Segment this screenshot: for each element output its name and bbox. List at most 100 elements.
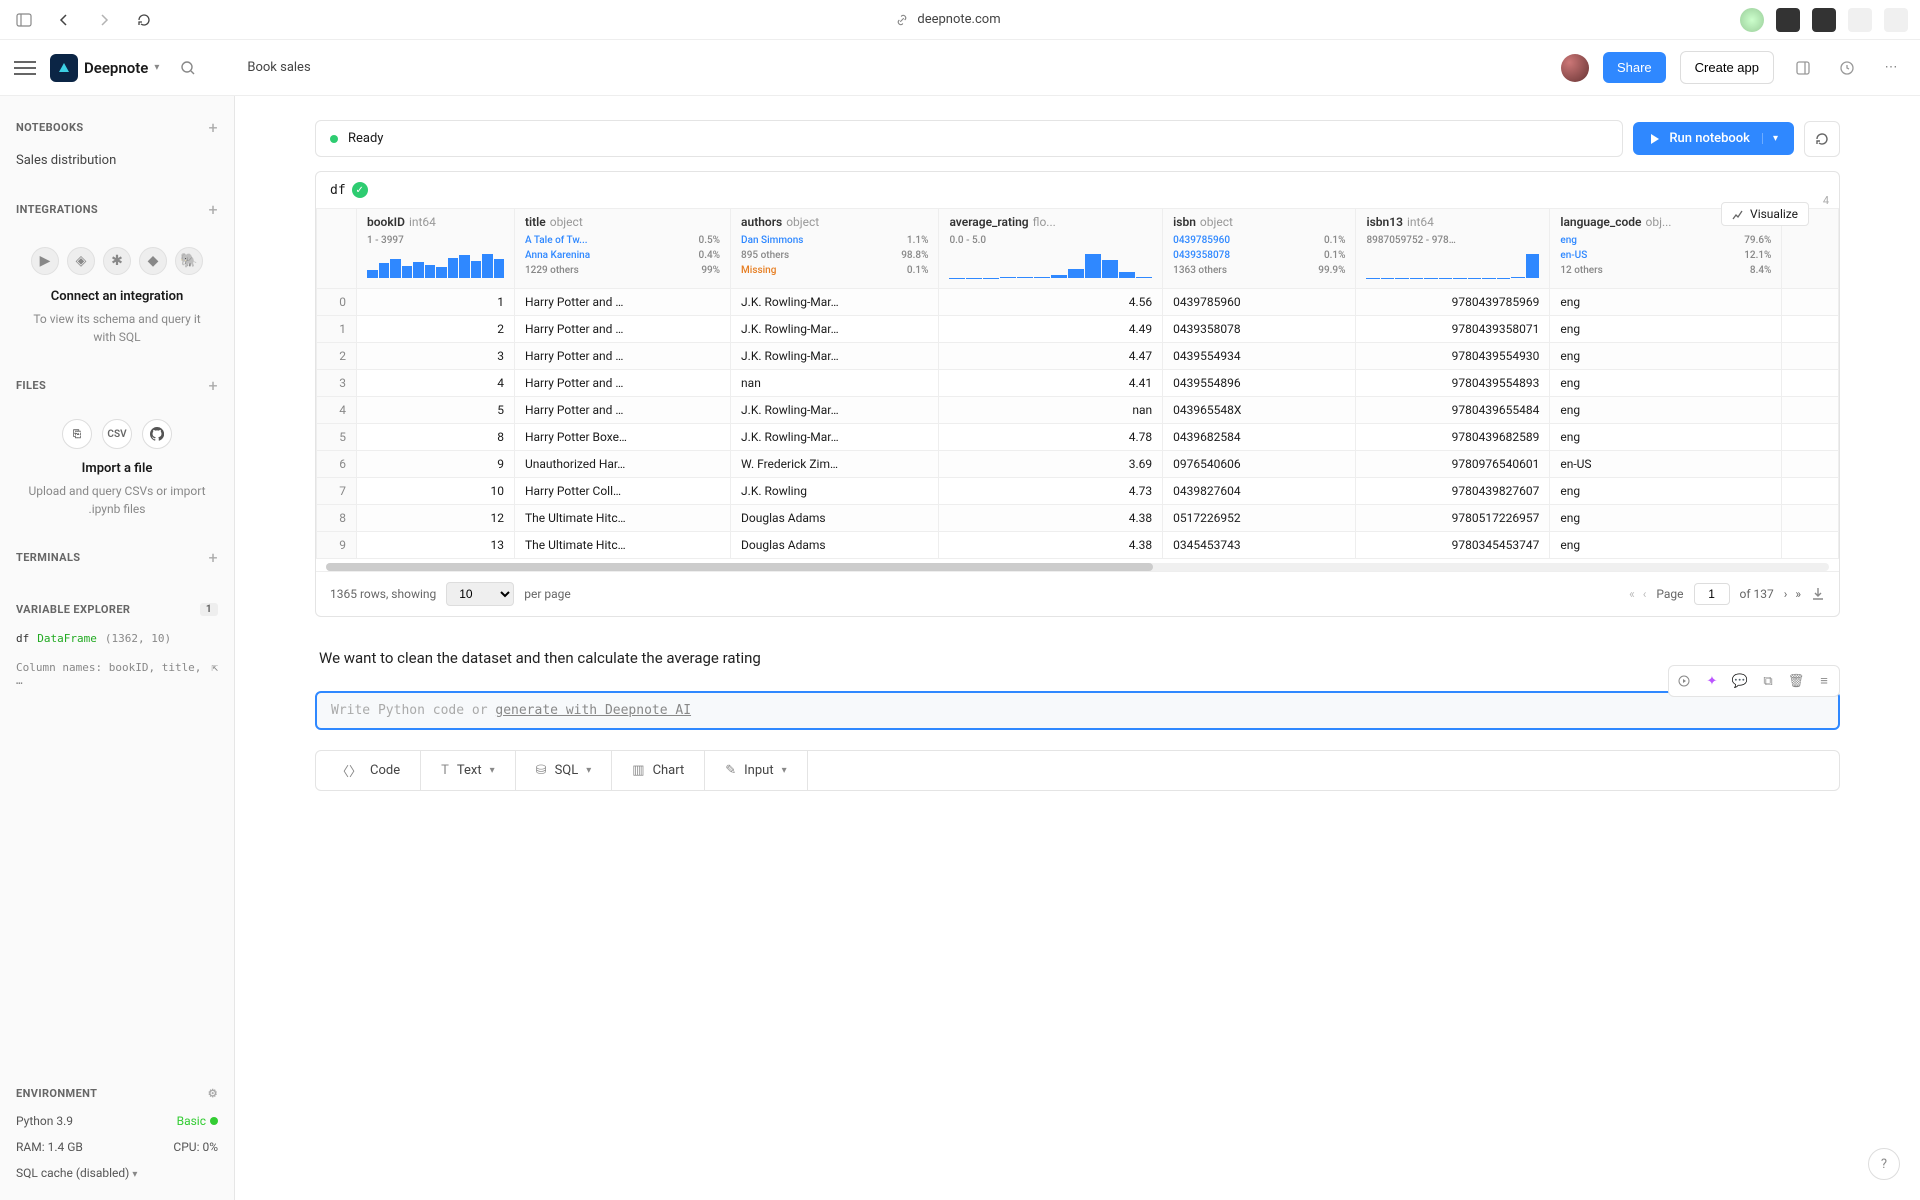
integration-icon-5[interactable]: 🐘 xyxy=(175,247,203,275)
forward-icon[interactable] xyxy=(92,8,116,32)
table-row[interactable]: 6 9 Unauthorized Har… W. Frederick Zim… … xyxy=(317,451,1839,478)
sidebar-item-sales-distribution[interactable]: Sales distribution xyxy=(0,145,234,176)
gear-icon[interactable]: ⚙ xyxy=(208,1087,218,1100)
file-icons: ⎘ CSV xyxy=(0,403,234,457)
more-cell-icon[interactable]: ≡ xyxy=(1813,670,1835,692)
output-count-badge: 4 xyxy=(1823,194,1829,207)
column-header[interactable]: titleobjectA Tale of Tw...0.5%Anna Karen… xyxy=(514,209,730,289)
download-icon[interactable] xyxy=(1811,587,1825,601)
duplicate-icon[interactable]: ⧉ xyxy=(1757,670,1779,692)
add-terminal-button[interactable]: + xyxy=(209,548,218,567)
run-cell-icon[interactable] xyxy=(1673,670,1695,692)
help-button[interactable]: ? xyxy=(1868,1148,1900,1180)
visualize-button[interactable]: Visualize xyxy=(1721,202,1809,226)
column-header[interactable]: isbnobject04397859600.1%04393580780.1%13… xyxy=(1163,209,1356,289)
table-row[interactable]: 9 13 The Ultimate Hitc… Douglas Adams 4.… xyxy=(317,532,1839,559)
sql-cache-label[interactable]: SQL cache (disabled) ▾ xyxy=(16,1166,137,1180)
markdown-cell[interactable]: We want to clean the dataset and then ca… xyxy=(315,637,1840,679)
block-picker-spacer xyxy=(808,751,1839,790)
import-file-cta[interactable]: Import a file xyxy=(0,457,234,480)
prev-page-icon[interactable]: ‹ xyxy=(1643,587,1647,601)
panel-icon[interactable] xyxy=(1788,53,1818,83)
extension-icon-1[interactable] xyxy=(1740,8,1764,32)
code-placeholder: Write Python code or generate with Deepn… xyxy=(331,703,691,718)
file-icon-github[interactable] xyxy=(142,419,172,449)
comment-icon[interactable]: 💬 xyxy=(1729,670,1751,692)
first-page-icon[interactable]: « xyxy=(1629,587,1635,601)
search-icon[interactable] xyxy=(173,53,203,83)
table-row[interactable]: 8 12 The Ultimate Hitc… Douglas Adams 4.… xyxy=(317,505,1839,532)
add-file-button[interactable]: + xyxy=(209,376,218,395)
extension-icon-5[interactable] xyxy=(1884,8,1908,32)
generate-ai-link[interactable]: generate with Deepnote AI xyxy=(495,703,691,718)
next-page-icon[interactable]: › xyxy=(1784,587,1788,601)
app-name: Deepnote xyxy=(84,59,148,77)
back-icon[interactable] xyxy=(52,8,76,32)
create-app-button[interactable]: Create app xyxy=(1680,51,1774,84)
extension-icon-3[interactable] xyxy=(1812,8,1836,32)
app-bar: Deepnote ▾ Book sales Share Create app ⋯ xyxy=(0,40,1920,96)
column-header[interactable]: average_ratingflo...0.0 - 5.0 xyxy=(939,209,1163,289)
history-icon[interactable] xyxy=(1832,53,1862,83)
avatar[interactable] xyxy=(1561,54,1589,82)
url-text: deepnote.com xyxy=(917,12,1000,27)
integration-icon-2[interactable]: ◈ xyxy=(67,247,95,275)
per-page-select[interactable]: 10 xyxy=(446,582,514,606)
column-header[interactable]: authorsobjectDan Simmons1.1%895 others98… xyxy=(731,209,939,289)
ready-dot-icon xyxy=(330,135,338,143)
file-icon-generic[interactable]: ⎘ xyxy=(62,419,92,449)
url-bar[interactable]: deepnote.com xyxy=(172,12,1724,27)
menu-icon[interactable] xyxy=(14,57,36,79)
restart-kernel-button[interactable] xyxy=(1804,121,1840,157)
dataframe-name: df xyxy=(330,183,346,198)
ai-icon[interactable]: ✦ xyxy=(1701,670,1723,692)
variable-row-df[interactable]: df DataFrame (1362, 10) xyxy=(0,624,234,653)
add-text-block[interactable]: TText▾ xyxy=(421,751,516,790)
horizontal-scrollbar[interactable] xyxy=(326,563,1829,571)
add-code-block[interactable]: 〈〉Code xyxy=(316,751,421,790)
column-header[interactable]: bookIDint641 - 3997 xyxy=(357,209,515,289)
link-icon xyxy=(895,13,909,27)
last-page-icon[interactable]: » xyxy=(1795,587,1801,601)
connect-integration-cta[interactable]: Connect an integration xyxy=(0,285,234,308)
add-chart-block[interactable]: ▥Chart xyxy=(612,751,705,790)
workspace-switcher[interactable]: Deepnote ▾ xyxy=(50,54,159,82)
add-integration-button[interactable]: + xyxy=(209,200,218,219)
plan-badge: Basic xyxy=(177,1114,206,1128)
share-button[interactable]: Share xyxy=(1603,52,1666,83)
table-row[interactable]: 1 2 Harry Potter and … J.K. Rowling-Mar…… xyxy=(317,316,1839,343)
open-variable-icon[interactable]: ⇱ xyxy=(211,661,218,687)
table-row[interactable]: 2 3 Harry Potter and … J.K. Rowling-Mar…… xyxy=(317,343,1839,370)
integration-icon-4[interactable]: ◆ xyxy=(139,247,167,275)
variable-explorer-heading: Variable Explorer xyxy=(16,603,130,616)
table-row[interactable]: 5 8 Harry Potter Boxe… J.K. Rowling-Mar…… xyxy=(317,424,1839,451)
breadcrumb[interactable]: Book sales xyxy=(247,60,310,75)
extension-icon-2[interactable] xyxy=(1776,8,1800,32)
column-header[interactable]: isbn13int648987059752 - 978… xyxy=(1356,209,1550,289)
integration-icon-3[interactable]: ✱ xyxy=(103,247,131,275)
table-row[interactable]: 3 4 Harry Potter and … nan 4.41 04395548… xyxy=(317,370,1839,397)
reload-icon[interactable] xyxy=(132,8,156,32)
add-sql-block[interactable]: ⛁SQL▾ xyxy=(516,751,613,790)
dataframe-cell: df ✓ 4 Visualize bookIDint641 - 3997titl… xyxy=(315,171,1840,617)
sidebar-toggle-icon[interactable] xyxy=(12,8,36,32)
code-input-cell[interactable]: Write Python code or generate with Deepn… xyxy=(315,691,1840,730)
delete-icon[interactable]: 🗑 xyxy=(1785,670,1807,692)
extension-icon-4[interactable] xyxy=(1848,8,1872,32)
file-icon-csv[interactable]: CSV xyxy=(102,419,132,449)
table-row[interactable]: 4 5 Harry Potter and … J.K. Rowling-Mar…… xyxy=(317,397,1839,424)
integration-icon-1[interactable]: ▶ xyxy=(31,247,59,275)
run-notebook-button[interactable]: Run notebook ▾ xyxy=(1633,122,1794,155)
chevron-down-icon[interactable]: ▾ xyxy=(1762,133,1778,144)
page-input[interactable] xyxy=(1694,583,1730,605)
add-input-block[interactable]: ✎Input▾ xyxy=(705,751,807,790)
terminals-heading: Terminals xyxy=(16,551,80,564)
table-row[interactable]: 0 1 Harry Potter and … J.K. Rowling-Mar…… xyxy=(317,289,1839,316)
add-notebook-button[interactable]: + xyxy=(209,118,218,137)
per-page-label: per page xyxy=(524,587,571,601)
page-of-label: of 137 xyxy=(1740,587,1774,601)
variable-cols: Column names: bookID, title, … ⇱ xyxy=(0,653,234,695)
table-row[interactable]: 7 10 Harry Potter Coll… J.K. Rowling 4.7… xyxy=(317,478,1839,505)
ram-label: RAM: 1.4 GB xyxy=(16,1140,83,1154)
more-icon[interactable]: ⋯ xyxy=(1876,53,1906,83)
